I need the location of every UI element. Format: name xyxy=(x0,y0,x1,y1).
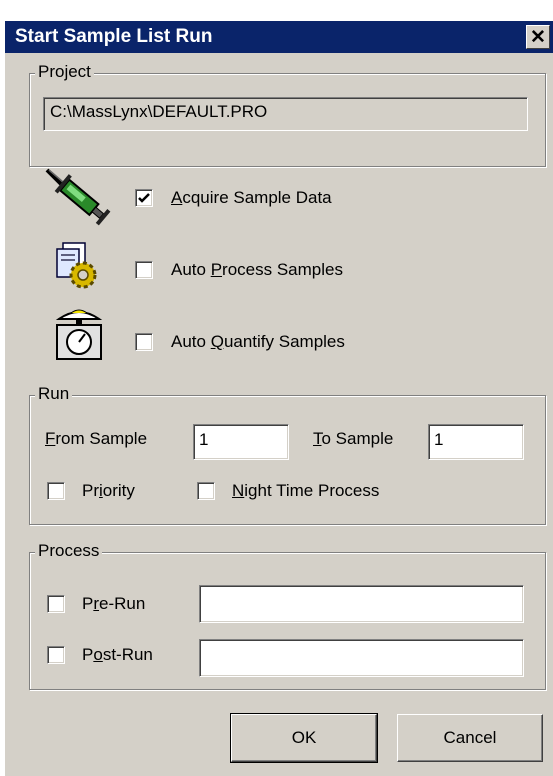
dialog-title: Start Sample List Run xyxy=(15,26,213,47)
close-button[interactable]: ✕ xyxy=(526,25,550,49)
label-text: P xyxy=(82,594,94,613)
pre-run-checkbox[interactable] xyxy=(47,595,65,613)
mnemonic: P xyxy=(210,260,223,279)
label-text: e-Run xyxy=(99,594,146,613)
to-sample-label: To Sample xyxy=(313,429,393,449)
project-group-label: Project xyxy=(35,62,94,82)
label-text: uantify Samples xyxy=(223,332,345,351)
mnemonic: T xyxy=(313,429,322,448)
label-text: o Sample xyxy=(321,429,394,448)
mnemonic: o xyxy=(93,645,103,664)
title-bar[interactable]: Start Sample List Run ✕ xyxy=(5,21,553,53)
label-text: rocess Samples xyxy=(222,260,343,279)
label-text: rom Sample xyxy=(55,429,148,448)
post-run-input[interactable] xyxy=(199,639,524,677)
mnemonic: N xyxy=(232,481,245,500)
process-gear-icon xyxy=(53,241,105,296)
label-text: Auto xyxy=(171,332,211,351)
start-sample-list-run-dialog: Start Sample List Run ✕ Project C:\MassL… xyxy=(4,20,553,776)
acquire-sample-data-label[interactable]: Acquire Sample Data xyxy=(171,188,332,208)
run-group-label: Run xyxy=(35,384,73,404)
label-text: Auto xyxy=(171,260,211,279)
cancel-button[interactable]: Cancel xyxy=(397,714,543,762)
label-text: st-Run xyxy=(102,645,153,664)
pre-run-input[interactable] xyxy=(199,585,524,623)
scale-icon xyxy=(53,307,105,368)
syringe-icon xyxy=(45,168,117,237)
auto-process-samples-label[interactable]: Auto Process Samples xyxy=(171,260,343,280)
run-group xyxy=(29,395,546,525)
label-text: ight Time Process xyxy=(244,481,380,500)
from-sample-input[interactable]: 1 xyxy=(193,424,289,460)
project-path-field: C:\MassLynx\DEFAULT.PRO xyxy=(43,97,528,131)
to-sample-input[interactable]: 1 xyxy=(428,424,524,460)
acquire-sample-data-checkbox[interactable] xyxy=(135,189,153,207)
close-icon: ✕ xyxy=(530,26,546,48)
pre-run-label[interactable]: Pre-Run xyxy=(82,594,145,614)
priority-label[interactable]: Priority xyxy=(82,481,135,501)
label-text: ority xyxy=(102,481,135,500)
auto-process-samples-checkbox[interactable] xyxy=(135,261,153,279)
post-run-label[interactable]: Post-Run xyxy=(82,645,153,665)
mnemonic: F xyxy=(45,429,56,448)
auto-quantify-samples-label[interactable]: Auto Quantify Samples xyxy=(171,332,345,352)
post-run-checkbox[interactable] xyxy=(47,646,65,664)
mnemonic: A xyxy=(171,188,183,207)
mnemonic: Q xyxy=(210,332,224,351)
from-sample-label: From Sample xyxy=(45,429,147,449)
label-text: P xyxy=(82,645,94,664)
label-text: Pr xyxy=(82,481,99,500)
label-text: cquire Sample Data xyxy=(182,188,332,207)
night-time-process-checkbox[interactable] xyxy=(197,482,215,500)
night-time-process-label[interactable]: Night Time Process xyxy=(232,481,379,501)
priority-checkbox[interactable] xyxy=(47,482,65,500)
auto-quantify-samples-checkbox[interactable] xyxy=(135,333,153,351)
process-group-label: Process xyxy=(35,541,103,561)
ok-button[interactable]: OK xyxy=(230,713,378,763)
